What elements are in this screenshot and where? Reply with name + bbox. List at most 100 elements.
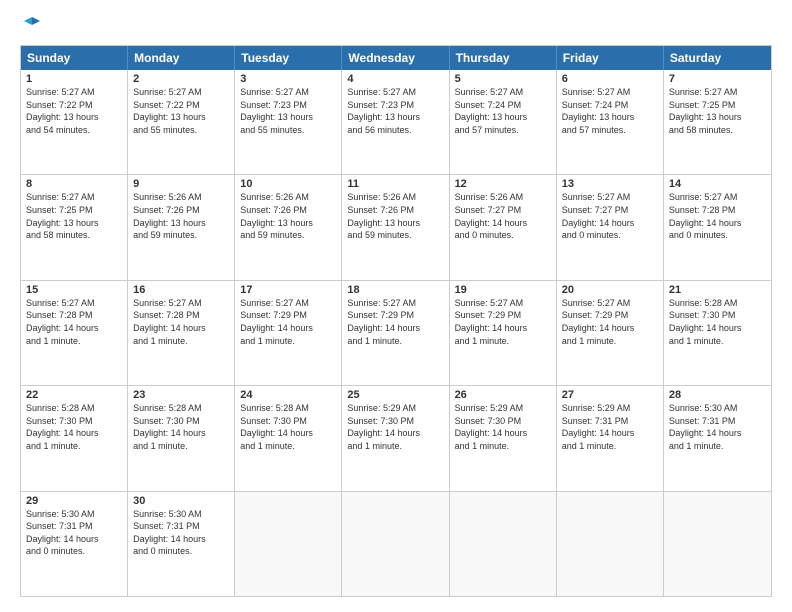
calendar-body: 1Sunrise: 5:27 AM Sunset: 7:22 PM Daylig… <box>21 70 771 596</box>
day-info: Sunrise: 5:27 AM Sunset: 7:23 PM Dayligh… <box>240 86 336 136</box>
weekday-header: Saturday <box>664 46 771 70</box>
weekday-header: Thursday <box>450 46 557 70</box>
calendar-cell: 3Sunrise: 5:27 AM Sunset: 7:23 PM Daylig… <box>235 70 342 174</box>
calendar-cell: 5Sunrise: 5:27 AM Sunset: 7:24 PM Daylig… <box>450 70 557 174</box>
header <box>20 15 772 35</box>
calendar-cell: 16Sunrise: 5:27 AM Sunset: 7:28 PM Dayli… <box>128 281 235 385</box>
weekday-header: Wednesday <box>342 46 449 70</box>
day-info: Sunrise: 5:28 AM Sunset: 7:30 PM Dayligh… <box>26 402 122 452</box>
day-number: 6 <box>562 73 658 85</box>
calendar-cell: 23Sunrise: 5:28 AM Sunset: 7:30 PM Dayli… <box>128 386 235 490</box>
weekday-header: Sunday <box>21 46 128 70</box>
day-info: Sunrise: 5:27 AM Sunset: 7:25 PM Dayligh… <box>26 191 122 241</box>
day-info: Sunrise: 5:28 AM Sunset: 7:30 PM Dayligh… <box>669 297 766 347</box>
calendar-cell: 24Sunrise: 5:28 AM Sunset: 7:30 PM Dayli… <box>235 386 342 490</box>
logo-flag-icon <box>22 15 42 35</box>
calendar-cell: 9Sunrise: 5:26 AM Sunset: 7:26 PM Daylig… <box>128 175 235 279</box>
day-info: Sunrise: 5:30 AM Sunset: 7:31 PM Dayligh… <box>26 508 122 558</box>
calendar-cell <box>342 492 449 596</box>
calendar-cell: 30Sunrise: 5:30 AM Sunset: 7:31 PM Dayli… <box>128 492 235 596</box>
day-number: 28 <box>669 389 766 401</box>
day-info: Sunrise: 5:28 AM Sunset: 7:30 PM Dayligh… <box>133 402 229 452</box>
day-info: Sunrise: 5:26 AM Sunset: 7:26 PM Dayligh… <box>240 191 336 241</box>
day-number: 3 <box>240 73 336 85</box>
day-info: Sunrise: 5:27 AM Sunset: 7:24 PM Dayligh… <box>455 86 551 136</box>
calendar-cell <box>235 492 342 596</box>
day-info: Sunrise: 5:29 AM Sunset: 7:31 PM Dayligh… <box>562 402 658 452</box>
day-number: 14 <box>669 178 766 190</box>
weekday-header: Friday <box>557 46 664 70</box>
calendar-cell: 12Sunrise: 5:26 AM Sunset: 7:27 PM Dayli… <box>450 175 557 279</box>
day-info: Sunrise: 5:29 AM Sunset: 7:30 PM Dayligh… <box>347 402 443 452</box>
day-info: Sunrise: 5:27 AM Sunset: 7:28 PM Dayligh… <box>669 191 766 241</box>
calendar-cell: 27Sunrise: 5:29 AM Sunset: 7:31 PM Dayli… <box>557 386 664 490</box>
day-number: 23 <box>133 389 229 401</box>
calendar-row: 1Sunrise: 5:27 AM Sunset: 7:22 PM Daylig… <box>21 70 771 174</box>
day-info: Sunrise: 5:28 AM Sunset: 7:30 PM Dayligh… <box>240 402 336 452</box>
day-number: 1 <box>26 73 122 85</box>
calendar-cell: 25Sunrise: 5:29 AM Sunset: 7:30 PM Dayli… <box>342 386 449 490</box>
day-info: Sunrise: 5:27 AM Sunset: 7:28 PM Dayligh… <box>26 297 122 347</box>
calendar-cell <box>557 492 664 596</box>
day-number: 27 <box>562 389 658 401</box>
day-number: 4 <box>347 73 443 85</box>
calendar-cell <box>664 492 771 596</box>
day-number: 5 <box>455 73 551 85</box>
day-info: Sunrise: 5:27 AM Sunset: 7:25 PM Dayligh… <box>669 86 766 136</box>
calendar-cell: 10Sunrise: 5:26 AM Sunset: 7:26 PM Dayli… <box>235 175 342 279</box>
day-number: 16 <box>133 284 229 296</box>
day-number: 17 <box>240 284 336 296</box>
day-info: Sunrise: 5:29 AM Sunset: 7:30 PM Dayligh… <box>455 402 551 452</box>
calendar-row: 29Sunrise: 5:30 AM Sunset: 7:31 PM Dayli… <box>21 491 771 596</box>
calendar-cell: 6Sunrise: 5:27 AM Sunset: 7:24 PM Daylig… <box>557 70 664 174</box>
day-info: Sunrise: 5:27 AM Sunset: 7:22 PM Dayligh… <box>26 86 122 136</box>
logo <box>20 15 42 35</box>
day-info: Sunrise: 5:27 AM Sunset: 7:27 PM Dayligh… <box>562 191 658 241</box>
day-info: Sunrise: 5:26 AM Sunset: 7:27 PM Dayligh… <box>455 191 551 241</box>
day-number: 10 <box>240 178 336 190</box>
day-number: 29 <box>26 495 122 507</box>
calendar-cell: 7Sunrise: 5:27 AM Sunset: 7:25 PM Daylig… <box>664 70 771 174</box>
day-number: 8 <box>26 178 122 190</box>
day-info: Sunrise: 5:26 AM Sunset: 7:26 PM Dayligh… <box>347 191 443 241</box>
calendar-cell <box>450 492 557 596</box>
calendar-row: 8Sunrise: 5:27 AM Sunset: 7:25 PM Daylig… <box>21 174 771 279</box>
calendar-cell: 29Sunrise: 5:30 AM Sunset: 7:31 PM Dayli… <box>21 492 128 596</box>
weekday-header: Tuesday <box>235 46 342 70</box>
page: SundayMondayTuesdayWednesdayThursdayFrid… <box>0 0 792 612</box>
day-number: 11 <box>347 178 443 190</box>
day-number: 15 <box>26 284 122 296</box>
calendar: SundayMondayTuesdayWednesdayThursdayFrid… <box>20 45 772 597</box>
day-number: 20 <box>562 284 658 296</box>
calendar-row: 22Sunrise: 5:28 AM Sunset: 7:30 PM Dayli… <box>21 385 771 490</box>
day-info: Sunrise: 5:30 AM Sunset: 7:31 PM Dayligh… <box>669 402 766 452</box>
day-number: 25 <box>347 389 443 401</box>
day-number: 13 <box>562 178 658 190</box>
calendar-cell: 21Sunrise: 5:28 AM Sunset: 7:30 PM Dayli… <box>664 281 771 385</box>
calendar-cell: 2Sunrise: 5:27 AM Sunset: 7:22 PM Daylig… <box>128 70 235 174</box>
calendar-cell: 22Sunrise: 5:28 AM Sunset: 7:30 PM Dayli… <box>21 386 128 490</box>
day-info: Sunrise: 5:27 AM Sunset: 7:29 PM Dayligh… <box>240 297 336 347</box>
day-info: Sunrise: 5:27 AM Sunset: 7:29 PM Dayligh… <box>455 297 551 347</box>
day-info: Sunrise: 5:27 AM Sunset: 7:24 PM Dayligh… <box>562 86 658 136</box>
day-info: Sunrise: 5:27 AM Sunset: 7:28 PM Dayligh… <box>133 297 229 347</box>
calendar-cell: 13Sunrise: 5:27 AM Sunset: 7:27 PM Dayli… <box>557 175 664 279</box>
calendar-cell: 8Sunrise: 5:27 AM Sunset: 7:25 PM Daylig… <box>21 175 128 279</box>
calendar-cell: 15Sunrise: 5:27 AM Sunset: 7:28 PM Dayli… <box>21 281 128 385</box>
calendar-cell: 14Sunrise: 5:27 AM Sunset: 7:28 PM Dayli… <box>664 175 771 279</box>
day-info: Sunrise: 5:27 AM Sunset: 7:29 PM Dayligh… <box>562 297 658 347</box>
day-number: 26 <box>455 389 551 401</box>
day-number: 30 <box>133 495 229 507</box>
calendar-cell: 19Sunrise: 5:27 AM Sunset: 7:29 PM Dayli… <box>450 281 557 385</box>
calendar-cell: 1Sunrise: 5:27 AM Sunset: 7:22 PM Daylig… <box>21 70 128 174</box>
calendar-cell: 11Sunrise: 5:26 AM Sunset: 7:26 PM Dayli… <box>342 175 449 279</box>
day-info: Sunrise: 5:26 AM Sunset: 7:26 PM Dayligh… <box>133 191 229 241</box>
day-number: 22 <box>26 389 122 401</box>
day-info: Sunrise: 5:27 AM Sunset: 7:22 PM Dayligh… <box>133 86 229 136</box>
day-number: 18 <box>347 284 443 296</box>
calendar-cell: 4Sunrise: 5:27 AM Sunset: 7:23 PM Daylig… <box>342 70 449 174</box>
calendar-row: 15Sunrise: 5:27 AM Sunset: 7:28 PM Dayli… <box>21 280 771 385</box>
day-number: 9 <box>133 178 229 190</box>
day-info: Sunrise: 5:30 AM Sunset: 7:31 PM Dayligh… <box>133 508 229 558</box>
day-number: 2 <box>133 73 229 85</box>
